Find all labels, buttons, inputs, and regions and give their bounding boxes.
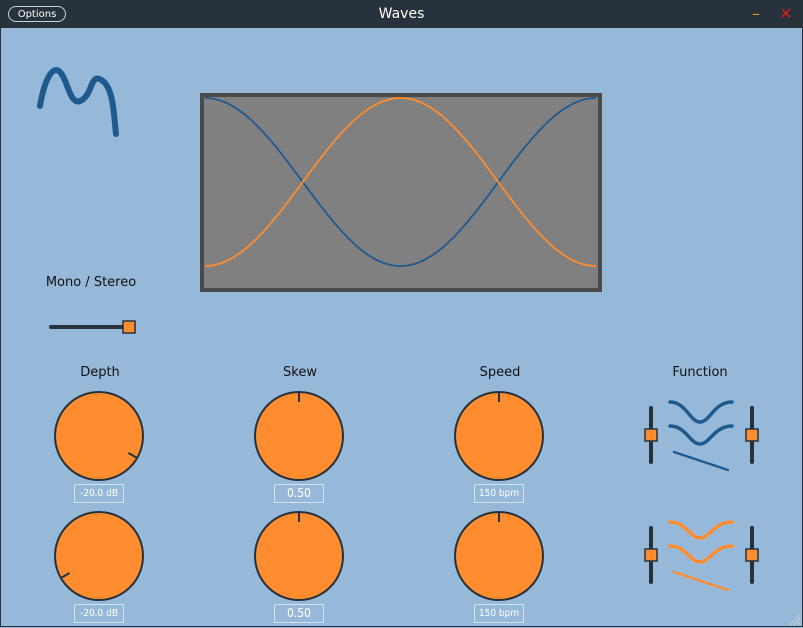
speed-value-2[interactable]: 150 bpm — [474, 604, 524, 623]
function-right-slider-1[interactable] — [743, 406, 761, 464]
minimize-button[interactable]: – — [746, 4, 766, 24]
function-shapes-icon-blue[interactable] — [664, 396, 736, 474]
function-left-slider-2[interactable] — [642, 526, 660, 584]
waveform-display-background — [200, 93, 602, 292]
depth-label: Depth — [80, 365, 120, 380]
options-button[interactable]: Options — [8, 6, 66, 22]
speed-knob-2[interactable] — [453, 510, 545, 602]
speed-value-1[interactable]: 150 bpm — [474, 484, 524, 503]
speed-label: Speed — [479, 365, 521, 380]
function-left-slider-1[interactable] — [642, 406, 660, 464]
function-label: Function — [672, 365, 728, 380]
mono-stereo-thumb — [122, 320, 136, 334]
skew-value-2[interactable]: 0.50 — [274, 604, 324, 623]
mono-stereo-label: Mono / Stereo — [45, 275, 137, 290]
skew-knob-2[interactable] — [253, 510, 345, 602]
function-right-slider-2-thumb — [745, 548, 759, 562]
function-left-slider-1-thumb — [644, 428, 658, 442]
resize-grip-icon[interactable] — [787, 612, 801, 626]
window-title: Waves — [378, 6, 425, 22]
minimize-icon: – — [752, 4, 760, 23]
mono-stereo-slider[interactable] — [48, 318, 138, 336]
function-shapes-icon-orange[interactable] — [664, 516, 736, 594]
close-button[interactable]: ✕ — [776, 4, 796, 24]
skew-label: Skew — [283, 365, 317, 380]
waveform-display — [200, 93, 602, 292]
depth-knob-2[interactable] — [53, 510, 145, 602]
depth-value-2[interactable]: -20.0 dB — [74, 604, 124, 623]
speed-knob-1[interactable] — [453, 390, 545, 482]
function-right-slider-2[interactable] — [743, 526, 761, 584]
skew-knob-1[interactable] — [253, 390, 345, 482]
waves-logo-icon — [37, 67, 119, 137]
function-left-slider-2-thumb — [644, 548, 658, 562]
function-right-slider-1-thumb — [745, 428, 759, 442]
skew-value-1[interactable]: 0.50 — [274, 484, 324, 503]
depth-value-1[interactable]: -20.0 dB — [74, 484, 124, 503]
depth-knob-1[interactable] — [53, 390, 145, 482]
title-bar: Options Waves – ✕ — [0, 0, 803, 28]
close-icon: ✕ — [779, 4, 793, 23]
